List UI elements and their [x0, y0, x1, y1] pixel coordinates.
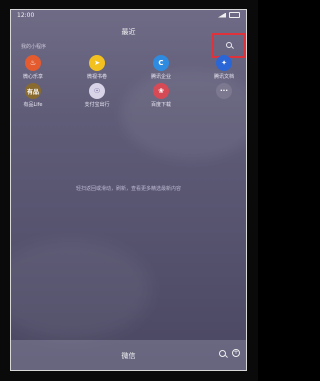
- background-cloud: [11, 240, 151, 340]
- app-item[interactable]: ➤ 微视书卷: [76, 55, 118, 80]
- badge-icon: ☉: [89, 83, 105, 99]
- signal-icon: [218, 12, 226, 18]
- app-label: 支付宝出行: [84, 102, 110, 108]
- bottom-title: 微信: [121, 352, 136, 360]
- bottom-bar: 微信 +: [11, 340, 246, 370]
- search-icon[interactable]: [226, 42, 232, 48]
- section-label: 我的小程序: [21, 44, 47, 50]
- flame-icon: ♨: [25, 55, 41, 71]
- app-label: 有品Life: [23, 102, 43, 108]
- more-icon: ···: [216, 83, 232, 99]
- flower-icon: ❀: [153, 83, 169, 99]
- app-item[interactable]: ✦ 腾讯文档: [203, 55, 245, 80]
- battery-icon: [229, 12, 240, 18]
- app-label: 腾讯文档: [213, 74, 234, 80]
- app-item-more[interactable]: ···: [203, 83, 245, 101]
- app-item[interactable]: ♨ 微心乐享: [12, 55, 54, 80]
- page-title: 最近: [121, 28, 136, 36]
- youpin-icon: 有品: [25, 83, 41, 99]
- app-item[interactable]: 有品 有品Life: [12, 83, 54, 108]
- app-item[interactable]: C 腾讯企业: [140, 55, 182, 80]
- app-item[interactable]: ☉ 支付宝出行: [76, 83, 118, 108]
- search-icon[interactable]: [219, 350, 226, 357]
- app-item[interactable]: ❀ 百度下载: [140, 83, 182, 108]
- hint-text: 轻扫返回或滑动，刷新，查看更多精选最新内容: [75, 186, 181, 192]
- tower-icon: ✦: [216, 55, 232, 71]
- status-bar: 12:00: [11, 10, 246, 22]
- app-label: 微视书卷: [86, 74, 107, 80]
- add-icon[interactable]: +: [232, 349, 240, 357]
- refresh-icon: C: [153, 55, 169, 71]
- status-time: 12:00: [17, 12, 35, 19]
- phone-screen: 12:00 最近 我的小程序 ♨ 微心乐享 ➤ 微视书卷 C 腾讯企业 ✦ 腾讯…: [10, 9, 247, 371]
- status-icons: [218, 12, 240, 18]
- app-label: 微心乐享: [22, 74, 43, 80]
- app-label: 腾讯企业: [150, 74, 171, 80]
- device-frame: 12:00 最近 我的小程序 ♨ 微心乐享 ➤ 微视书卷 C 腾讯企业 ✦ 腾讯…: [0, 0, 258, 381]
- app-label: 百度下载: [150, 102, 171, 108]
- fish-icon: ➤: [89, 55, 105, 71]
